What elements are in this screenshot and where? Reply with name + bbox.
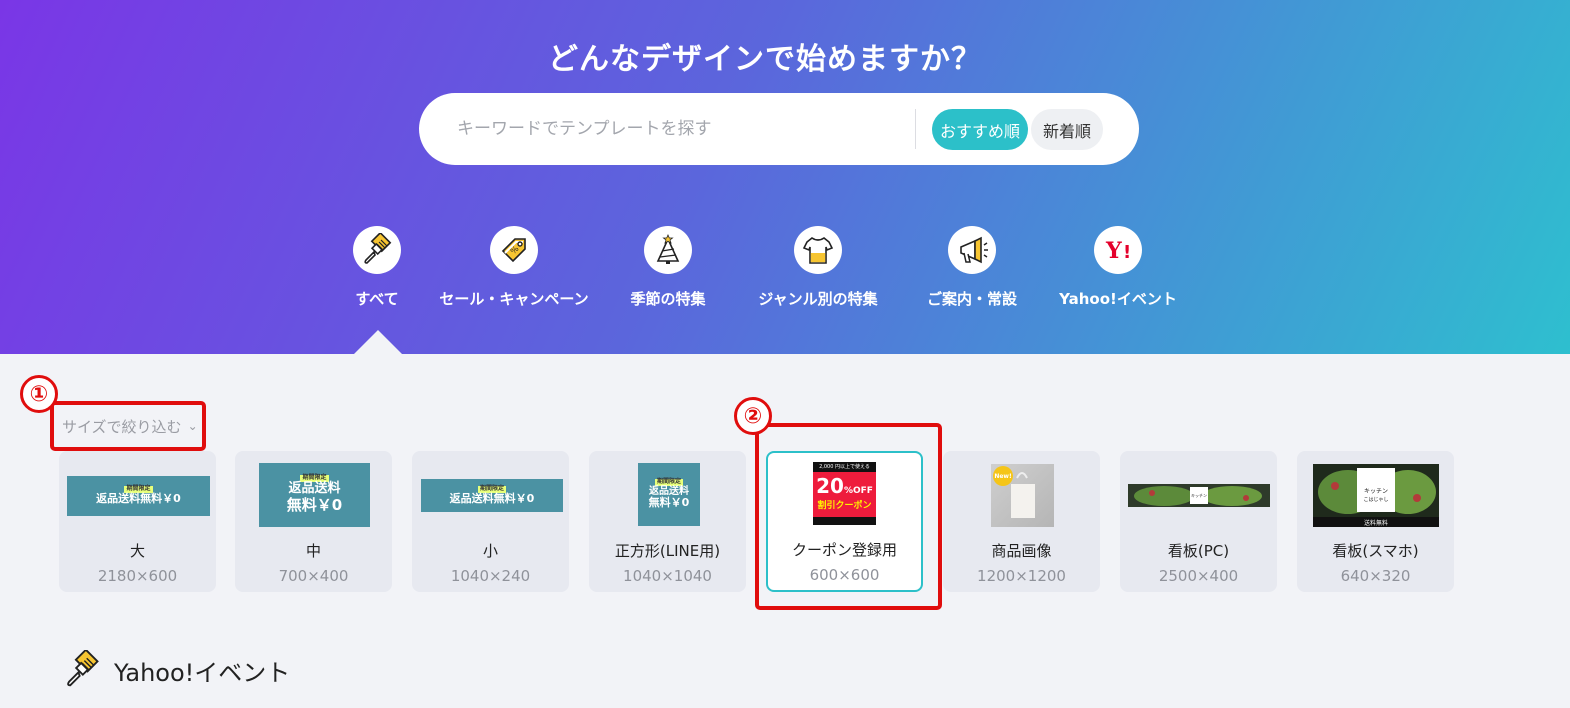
annotation-number-2: ② xyxy=(734,397,772,435)
template-thumbnail: New! xyxy=(991,464,1054,527)
section-title: Yahoo!イベント xyxy=(114,658,291,687)
search-bar: おすすめ順 新着順 xyxy=(419,93,1139,165)
size-name: 大 xyxy=(129,542,145,560)
hero-title: どんなデザインで始めますか？ xyxy=(548,42,982,77)
size-card-coupon[interactable]: 2,000 円以上で使える 20%OFF 割引クーポン クーポン登録用 600×… xyxy=(766,451,923,592)
category-label: Yahoo!イベント xyxy=(1059,290,1177,308)
size-card-medium[interactable]: 期間限定 返品送料 無料￥0 中 700×400 xyxy=(235,451,392,592)
size-card-square-line[interactable]: 期間限定 返品送料 無料￥0 正方形(LINE用) 1040×1040 xyxy=(589,451,746,592)
category-sale-campaign[interactable]: % セール・キャンペーン xyxy=(424,226,604,309)
template-thumbnail: キッチン こはじゃし 送料無料 xyxy=(1313,464,1439,527)
category-genre[interactable]: ジャンル別の特集 xyxy=(728,226,908,309)
size-name: 正方形(LINE用) xyxy=(614,542,721,560)
annotation-box-filter xyxy=(50,401,206,451)
size-name: 小 xyxy=(482,542,498,560)
svg-text:Y: Y xyxy=(1105,238,1122,264)
size-name: クーポン登録用 xyxy=(791,541,897,559)
template-thumbnail: 2,000 円以上で使える 20%OFF 割引クーポン xyxy=(813,462,876,525)
active-category-pointer xyxy=(354,330,402,354)
template-thumbnail: 期間限定 返品送料 無料￥0 xyxy=(638,463,700,526)
tshirt-icon xyxy=(794,226,842,274)
size-dimensions: 600×600 xyxy=(809,566,880,584)
size-dimensions: 1040×1040 xyxy=(623,567,712,585)
template-thumbnail: 期間限定 返品送料無料￥0 xyxy=(421,479,563,512)
size-card-signboard-smartphone[interactable]: キッチン こはじゃし 送料無料 看板(スマホ) 640×320 xyxy=(1297,451,1454,592)
category-label: セール・キャンペーン xyxy=(439,290,589,308)
size-dimensions: 2500×400 xyxy=(1158,567,1239,585)
size-dimensions: 2180×600 xyxy=(97,567,178,585)
size-name: 看板(PC) xyxy=(1167,542,1230,560)
svg-text:!: ! xyxy=(1123,242,1131,263)
megaphone-icon xyxy=(948,226,996,274)
size-card-product-image[interactable]: New! 商品画像 1200×1200 xyxy=(943,451,1100,592)
size-card-small[interactable]: 期間限定 返品送料無料￥0 小 1040×240 xyxy=(412,451,569,592)
search-input[interactable] xyxy=(457,111,897,147)
section-heading: Yahoo!イベント xyxy=(62,650,290,690)
category-yahoo-event[interactable]: Y ! Yahoo!イベント xyxy=(1028,226,1208,309)
size-card-large[interactable]: 期間限定 返品送料無料￥0 大 2180×600 xyxy=(59,451,216,592)
sort-recommend-button[interactable]: おすすめ順 xyxy=(932,109,1028,150)
hero-banner: どんなデザインで始めますか？ おすすめ順 新着順 すべて % xyxy=(0,0,1570,354)
search-divider xyxy=(915,109,916,149)
category-label: ジャンル別の特集 xyxy=(758,290,878,308)
price-tag-icon: % xyxy=(490,226,538,274)
size-name: 中 xyxy=(305,542,321,560)
size-dimensions: 1040×240 xyxy=(450,567,531,585)
size-card-signboard-pc[interactable]: キッチン 看板(PC) 2500×400 xyxy=(1120,451,1277,592)
christmas-tree-icon xyxy=(644,226,692,274)
size-dimensions: 1200×1200 xyxy=(977,567,1066,585)
paintbrush-icon xyxy=(353,226,401,274)
size-name: 看板(スマホ) xyxy=(1332,542,1419,560)
size-dimensions: 640×320 xyxy=(1340,567,1411,585)
size-name: 商品画像 xyxy=(991,542,1052,560)
sort-new-button[interactable]: 新着順 xyxy=(1031,109,1103,150)
paintbrush-icon xyxy=(67,650,99,687)
template-thumbnail: 期間限定 返品送料無料￥0 xyxy=(67,476,210,516)
size-dimensions: 700×400 xyxy=(278,567,349,585)
annotation-number-1: ① xyxy=(20,375,58,413)
template-thumbnail: 期間限定 返品送料 無料￥0 xyxy=(259,463,370,527)
yahoo-logo-icon: Y ! xyxy=(1094,226,1142,274)
template-thumbnail: キッチン xyxy=(1128,484,1270,507)
